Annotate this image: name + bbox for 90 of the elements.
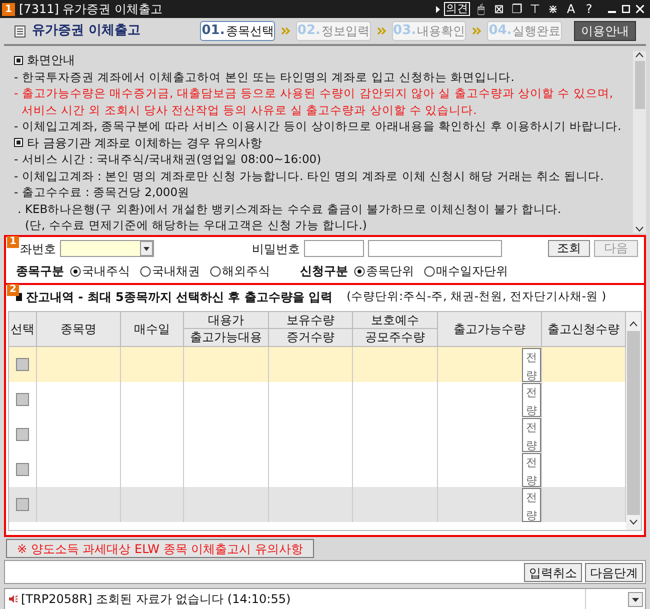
radio-option[interactable]: 매수일자단위 [424,262,508,280]
scroll-up-icon[interactable] [635,51,644,59]
section-badge: 1 [7,236,19,248]
double-chevron-icon [376,27,386,35]
close-icon[interactable] [636,5,644,13]
screen-title: 유가증권 이체출고 [32,22,142,40]
bullet-icon [14,56,23,65]
password-field[interactable] [304,240,364,257]
column-header: 대용가 [184,312,268,329]
all-quantity-button[interactable]: 전량 [522,452,541,486]
password-label: 비밀번호 [252,240,300,258]
toolbar-icon[interactable]: 🖱 [474,2,488,16]
unit-note: (수량단위:주식-주, 채권-천원, 전자단기사채-원 ) [346,288,606,306]
column-header: 출고가능대용 [189,329,263,346]
row-checkbox[interactable] [16,463,29,476]
radio-icon[interactable] [140,266,151,276]
option-group-label: 신청구분 [300,263,348,280]
scrollbar[interactable] [626,312,641,530]
window-title: [7311] 유가증권 이체출고 [19,1,163,18]
column-header: 증거수량 [286,329,336,346]
all-quantity-button[interactable]: 전량 [522,382,541,416]
column-header: 공모주수량 [364,329,426,346]
toolbar-icon[interactable]: ⊤ [528,2,542,16]
radio-option[interactable]: 국내주식 [70,262,130,280]
row-checkbox[interactable] [16,428,29,441]
query-button[interactable]: 조회 [548,240,590,257]
account-name-field[interactable] [368,240,502,257]
dropdown-icon[interactable] [628,592,643,606]
row-checkbox[interactable] [16,393,29,406]
speaker-icon [8,594,18,604]
radio-icon[interactable] [354,266,365,276]
notice-line: - 이체입고계좌 : 본인 명의 계좌로만 신청 가능합니다. 타인 명의 계좌로 이체 신청시 해당 거래는 취소 됩니다. [14,168,605,184]
all-quantity-button[interactable]: 전량 [522,418,541,452]
toolbar-icon[interactable]: ❐ [510,2,524,16]
step-tab[interactable]: 01.종목선택 [200,21,276,41]
scrollbar[interactable] [633,51,646,233]
account-label: 좌번호 [20,240,56,258]
row-checkbox[interactable] [16,498,29,511]
scrollbar-thumb[interactable] [627,331,640,515]
column-header: 선택 [9,312,37,346]
radio-icon[interactable] [70,266,81,276]
scrollbar-thumb[interactable] [634,61,644,109]
guide-button[interactable]: 이용안내 [574,21,636,41]
caret-icon [436,6,440,12]
double-chevron-icon [281,27,290,35]
radio-icon[interactable] [424,266,435,276]
radio-option[interactable]: 국내채권 [140,262,200,280]
row-checkbox[interactable] [16,358,29,371]
toolbar-icon[interactable]: ? [582,2,596,16]
notice-line: (단, 수수료 면제기준에 해당하는 우대고객은 신청 가능 합니다.) [24,217,368,234]
radio-option[interactable]: 해외주식 [210,262,270,280]
toolbar-icon[interactable]: ⊠ [492,2,506,16]
column-header: 매수일 [121,312,184,346]
window-badge: 1 [2,2,15,16]
column-header: 보유수량 [269,312,352,329]
column-header: 보호예수 [353,312,437,329]
all-quantity-button[interactable]: 전량 [522,488,541,522]
notepad-icon [14,24,26,38]
action-button[interactable]: 입력취소 [524,562,582,582]
notice-line: - 한국투자증권 계좌에서 이체출고하여 본인 또는 타인명의 계좌로 입고 신청하는 화면입니다. [14,68,516,85]
toolbar-button[interactable]: 의견 [444,2,470,16]
maximize-icon[interactable] [622,5,630,13]
notice-line: 서비스 시간 외 조회시 당사 전산작업 등의 사유로 실 출고수량과 상이할 수 있습니다. [20,102,478,118]
radio-icon[interactable] [210,266,221,276]
notice-line: - 서비스 시간 : 국내주식/국내채권(영업일 08:00~16:00) [14,151,322,168]
option-group-label: 종목구분 [16,263,64,280]
section-badge: 2 [7,284,19,296]
section-title: 잔고내역 - 최대 5종목까지 선택하신 후 출고수량을 입력 [26,289,333,306]
toolbar-icon[interactable]: ⋇ [546,2,560,16]
notice-line: . KEB하나은행(구 외환)에서 개설한 뱅키스계좌는 수수료 출금이 불가하므로 이체신청이 불가 합니다. [16,200,562,217]
column-header: 출고가능수량 [438,312,542,346]
scroll-up-icon[interactable] [629,320,638,328]
bullet-icon [14,138,23,148]
action-button[interactable]: 다음단계 [585,562,643,582]
table-row[interactable]: 전량 [9,487,626,522]
scroll-down-icon[interactable] [629,518,638,526]
notice-line: - 이체입고계좌, 종목구분에 따라 서비스 이용시간 등이 상이하므로 아래내용을 확인하신 후 이용하시기 바랍니다. [14,118,622,134]
radio-option[interactable]: 종목단위 [354,262,414,280]
scroll-down-icon[interactable] [635,225,644,233]
column-header: 종목명 [37,312,121,346]
table-row[interactable]: 전량 [9,347,626,382]
notice-heading: 타 금융기관 계좌로 이체하는 경우 유의사항 [27,134,262,152]
notice-heading: 화면안내 [27,52,75,70]
notice-line: - 출고수수료 : 종목건당 2,000원 [14,184,191,200]
all-quantity-button[interactable]: 전량 [522,348,541,382]
notice-line: - 출고가능수량은 매수증거금, 대출담보금 등으로 사용된 수량이 감안되지 않아 실 출고수량과 상이할 수 있으며, [14,85,614,102]
double-chevron-icon [472,27,482,35]
dropdown-icon[interactable] [140,241,153,256]
status-message: [TRP2058R] 조회된 자료가 없습니다 (14:10:55) [21,591,291,608]
toolbar-icon[interactable]: A [564,2,578,16]
